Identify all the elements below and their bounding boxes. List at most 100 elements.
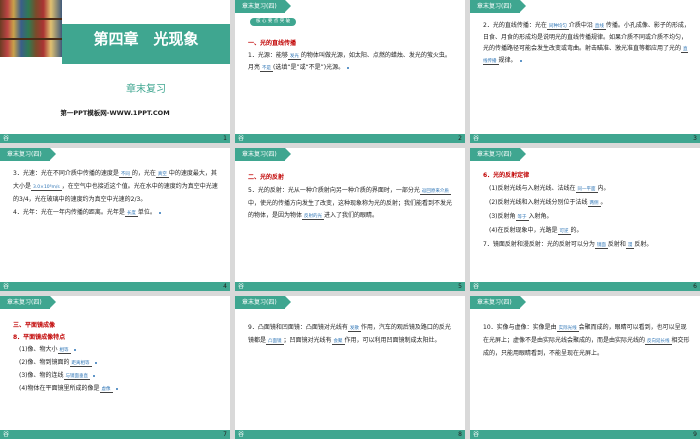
- answer-blank: 会聚: [331, 339, 345, 345]
- list-item: 7．镜面反射和漫反射：光的反射可以分为 镜面 反射和漫反射。: [483, 241, 653, 249]
- slide-number: 1: [223, 135, 227, 142]
- answer-blank: 同种均匀: [546, 24, 569, 30]
- answer-blank: 相等: [57, 348, 71, 354]
- section-heading: 二、光的反射: [248, 174, 285, 181]
- chapter-tag: 章末复习(四): [470, 0, 526, 13]
- chapter-tag: 章末复习(四): [235, 148, 291, 161]
- slide-number: 8: [458, 431, 462, 438]
- footer-label: 谷: [473, 283, 480, 290]
- slide-number: 5: [458, 283, 462, 290]
- slide-9[interactable]: 章末复习(四) 10．实像与虚像：实像是由 实际光线 会聚而成的，眼睛可以看到，也可…: [470, 296, 700, 439]
- answer-blank: 不同: [118, 172, 132, 178]
- list-item: (2)像、物到镜面的 距离相等: [13, 357, 220, 369]
- answer-blank: 不是: [260, 66, 274, 72]
- slide-title: 第四章 光现象: [93, 30, 199, 48]
- chapter-tag: 章末复习(四): [235, 0, 291, 13]
- slide-body: 一、光的直线传播 1．光源：能够 发光 的物体叫做光源，如太阳、点燃的蜡烛、发光的萤…: [248, 38, 455, 75]
- chapter-tag: 章末复习(四): [470, 296, 526, 309]
- paragraph: 10．实像与虚像：实像是由 实际光线 会聚而成的，眼睛可以看到，也可以呈现在光屏上；…: [483, 324, 690, 357]
- paragraph: 9．凸面镜和凹面镜：凸面镜对光线有 发散 作用，汽车的观后镜及路口的反光镜都是 凸面镜…: [248, 324, 451, 345]
- chapter-tag: 章末复习(四): [235, 296, 291, 309]
- footer-label: 谷: [3, 135, 10, 142]
- answer-blank: 两侧: [587, 201, 601, 207]
- answer-blank: 同一平面: [575, 187, 598, 193]
- list-item: (1)反射光线与入射光线、法线在 同一平面 内。: [489, 185, 610, 193]
- slide-subtitle: 章末复习: [126, 84, 166, 95]
- section-heading: 一、光的直线传播: [248, 40, 297, 47]
- list-item: (2)反射光线和入射光线分别位于法线 两侧。: [489, 199, 607, 207]
- slide-body: 三、平面镜成像 8．平面镜成像特点 (1)像、物大小 相等 (2)像、物到镜面的距…: [13, 320, 220, 396]
- footer-label: 谷: [238, 135, 245, 142]
- bullet-dot: [93, 374, 95, 377]
- slide-footer: 谷: [0, 134, 230, 143]
- slide-2[interactable]: 章末复习(四) 核 心 要 点 突 破 一、光的直线传播 1．光源：能够 发光 的物…: [235, 0, 465, 143]
- slide-number: 2: [458, 135, 462, 142]
- slide-4[interactable]: 章末复习(四) 3．光速：光在不同介质中传播的速度是 不同 的，光在 真空 中的速度最大…: [0, 148, 230, 291]
- slide-8[interactable]: 章末复习(四) 9．凸面镜和凹面镜：凸面镜对光线有 发散 作用，汽车的观后镜及路口的…: [235, 296, 465, 439]
- slide-5[interactable]: 章末复习(四) 二、光的反射 5．光的反射：光从一种介质射向另一种介质的界面时，…: [235, 148, 465, 291]
- site-text: 第一PPT模板网-WWW.1PPT.COM: [60, 109, 170, 117]
- answer-blank: 发散: [347, 326, 361, 332]
- list-item: (3)反射角 等于 入射角。: [489, 213, 553, 221]
- paragraph: 3．光速：光在不同介质中传播的速度是 不同 的，光在 真空 中的速度最大，其大小是 3.0…: [13, 170, 218, 203]
- footer-label: 谷: [3, 283, 10, 290]
- answer-blank: 镜面: [594, 243, 608, 249]
- slide-footer: 谷: [470, 430, 700, 439]
- answer-blank: 距离相等: [69, 361, 92, 367]
- answer-blank: 凸面镜: [266, 339, 284, 345]
- slide-body: 2．光的直线传播：光在 同种均匀 介质中沿 直线 传播。小孔成像、影子的形成，日食、月食…: [483, 20, 690, 68]
- answer-blank: 反射的光: [302, 214, 325, 220]
- footer-label: 谷: [473, 135, 480, 142]
- paragraph: 5．光的反射：光从一种介质射向另一种介质的界面时，一部分光 返回原来介质中，使光的…: [248, 187, 453, 220]
- slide-footer: 谷: [0, 282, 230, 291]
- bullet-dot: [115, 387, 118, 390]
- footer-label: 谷: [238, 431, 245, 438]
- list-item: (1)像、物大小 相等: [13, 344, 220, 356]
- bookshelf-image: [0, 0, 62, 57]
- answer-blank: 可逆: [557, 229, 571, 235]
- bullet-dot: [73, 348, 76, 351]
- bullet-dot: [158, 211, 161, 214]
- answer-blank: 等于: [515, 215, 529, 221]
- slide-number: 3: [693, 135, 697, 142]
- bullet-dot: [94, 361, 97, 364]
- slide-footer: 谷: [235, 430, 465, 439]
- answer-blank: 返回原来介质: [419, 189, 451, 195]
- subsection-heading: 8．平面镜成像特点: [13, 334, 66, 341]
- slide-number: 7: [223, 431, 227, 438]
- answer-blank: 直线: [592, 24, 606, 30]
- bullet-dot: [347, 66, 350, 69]
- section-pill: 核 心 要 点 突 破: [250, 18, 297, 26]
- answer-blank: 实际光线: [556, 326, 579, 332]
- list-item: (4)物体在平面镜里所成的像是 虚像: [13, 383, 220, 395]
- footer-label: 谷: [238, 283, 245, 290]
- slide-number: 6: [693, 283, 697, 290]
- answer-blank: 虚像: [99, 387, 113, 393]
- slide-footer: 谷: [470, 282, 700, 291]
- slide-footer: 谷: [0, 430, 230, 439]
- list-item: (3)像、物的连线 与镜面垂直: [13, 370, 220, 382]
- paragraph: 2．光的直线传播：光在 同种均匀 介质中沿 直线 传播。小孔成像、影子的形成，日食、月食…: [483, 22, 690, 65]
- footer-label: 谷: [3, 431, 10, 438]
- slide-number: 9: [693, 431, 697, 438]
- slide-6[interactable]: 章末复习(四) 6．光的反射定律 (1)反射光线与入射光线、法线在 同一平面 内。 …: [470, 148, 700, 291]
- section-heading: 6．光的反射定律: [483, 172, 530, 179]
- answer-blank: 3.0×10⁸m/s: [31, 185, 62, 191]
- slide-footer: 谷: [235, 134, 465, 143]
- slide-footer: 谷: [235, 282, 465, 291]
- list-item: (4)在反射现象中，光路是 可逆 的。: [489, 227, 583, 235]
- slide-body: 二、光的反射 5．光的反射：光从一种介质射向另一种介质的界面时，一部分光 返回原来…: [248, 172, 455, 224]
- answer-blank: 真空: [155, 172, 169, 178]
- slide-7[interactable]: 章末复习(四) 三、平面镜成像 8．平面镜成像特点 (1)像、物大小 相等 (2)…: [0, 296, 230, 439]
- slide-number: 4: [223, 283, 227, 290]
- footer-label: 谷: [473, 431, 480, 438]
- slide-1[interactable]: 第四章 光现象 章末复习 第一PPT模板网-WWW.1PPT.COM 谷 1: [0, 0, 230, 143]
- paragraph: 4．光年：光在一年内传播的距离。光年是 长度 单位。: [13, 207, 220, 220]
- answer-blank: 反向延长线: [645, 339, 672, 345]
- chapter-tag: 章末复习(四): [0, 148, 56, 161]
- chapter-tag: 章末复习(四): [0, 296, 56, 309]
- paragraph: 1．光源：能够 发光 的物体叫做光源，如太阳、点燃的蜡烛、发光的萤火虫。月亮 不是 (选…: [248, 52, 451, 72]
- answer-blank: 长度: [124, 211, 138, 217]
- slide-body: 9．凸面镜和凹面镜：凸面镜对光线有 发散 作用，汽车的观后镜及路口的反光镜都是 凸面镜…: [248, 322, 455, 349]
- slide-3[interactable]: 章末复习(四) 2．光的直线传播：光在 同种均匀 介质中沿 直线 传播。小孔成像、影子的…: [470, 0, 700, 143]
